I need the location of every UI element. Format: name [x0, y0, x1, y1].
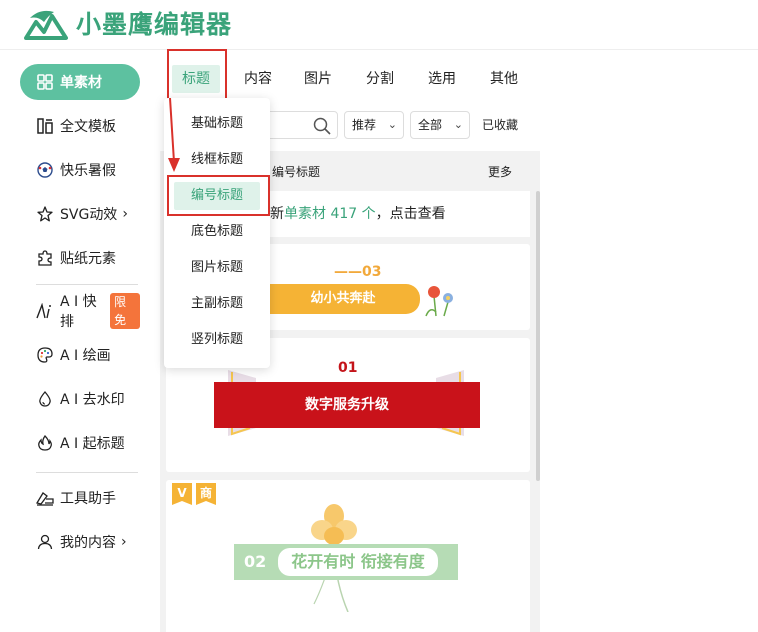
- dropdown-item-basic-title[interactable]: 基础标题: [174, 110, 260, 138]
- user-icon: [36, 533, 54, 551]
- tab-highlight-frame: [167, 49, 227, 100]
- sidebar-item-single-material[interactable]: 单素材: [20, 64, 140, 100]
- sidebar-item-my-content[interactable]: 我的内容 ›: [20, 524, 140, 560]
- document-layout-icon: [36, 117, 54, 135]
- tab-content[interactable]: 内容: [236, 65, 280, 93]
- sidebar-item-label: 贴纸元素: [60, 251, 116, 267]
- tab-selected[interactable]: 选用: [420, 65, 464, 93]
- dropdown-item-main-sub-title[interactable]: 主副标题: [174, 290, 260, 318]
- sidebar-item-label: A I 绘画: [60, 348, 111, 364]
- left-sidebar: 单素材 全文模板 快乐暑假 SVG动效 › 贴纸元素 A I 快排 限免 A I…: [0, 51, 160, 632]
- sidebar-item-summer[interactable]: 快乐暑假: [20, 152, 140, 188]
- card-number: 01: [338, 360, 358, 376]
- arrow-down-icon: [168, 97, 180, 172]
- sidebar-divider: [36, 472, 138, 473]
- sidebar-item-ai-watermark[interactable]: A I 去水印: [20, 381, 140, 417]
- app-header: 小墨鹰编辑器: [0, 0, 758, 50]
- free-badge: 限免: [110, 293, 140, 329]
- dropdown-item-image-title[interactable]: 图片标题: [174, 254, 260, 282]
- notice-text: 新单素材 417 个，点击查看: [270, 206, 446, 222]
- sidebar-item-full-template[interactable]: 全文模板: [20, 108, 140, 144]
- palette-icon: [36, 346, 54, 364]
- search-icon[interactable]: [313, 117, 331, 135]
- eagle-logo-icon: [24, 10, 68, 40]
- star-outline-icon: [36, 205, 54, 223]
- sidebar-item-label: A I 去水印: [60, 392, 125, 408]
- sidebar-item-label: 全文模板: [60, 119, 116, 135]
- chevron-right-icon: ›: [122, 206, 128, 222]
- card-title: 幼小共奔赴: [310, 291, 376, 306]
- favorites-filter[interactable]: 已收藏: [482, 111, 518, 139]
- sidebar-item-stickers[interactable]: 贴纸元素: [20, 240, 140, 276]
- chevron-down-icon: ⌄: [387, 118, 397, 131]
- card-title: 数字服务升级: [305, 397, 389, 413]
- app-title: 小墨鹰编辑器: [76, 10, 233, 39]
- sidebar-item-tools[interactable]: 工具助手: [20, 480, 140, 516]
- ai-icon: [36, 302, 54, 320]
- scope-select-value: 全部: [418, 118, 443, 132]
- more-link[interactable]: 更多: [488, 163, 512, 180]
- dropdown-item-frame-title[interactable]: 线框标题: [174, 146, 260, 174]
- sidebar-item-label: A I 快排: [60, 294, 97, 330]
- sidebar-item-label: 单素材: [60, 75, 102, 91]
- card-title: 花开有时 衔接有度: [278, 548, 438, 576]
- notice-highlight: 单素材 417 个: [284, 206, 376, 222]
- commercial-tag: 商: [196, 483, 216, 505]
- scope-select[interactable]: 全部 ⌄: [410, 111, 470, 139]
- flower-decoration-icon: [425, 286, 453, 317]
- dropdown-item-background-title[interactable]: 底色标题: [174, 218, 260, 246]
- sidebar-item-ai-title[interactable]: A I 起标题: [20, 425, 140, 461]
- sidebar-item-ai-drawing[interactable]: A I 绘画: [20, 337, 140, 373]
- sidebar-item-label: 快乐暑假: [60, 163, 116, 179]
- canvas-area: [540, 51, 758, 632]
- search-input[interactable]: [260, 111, 338, 139]
- sidebar-item-label: 工具助手: [60, 491, 116, 507]
- flame-icon: [36, 434, 54, 452]
- chevron-down-icon: ⌄: [453, 118, 463, 131]
- card-number: ——03: [334, 264, 382, 280]
- dropdown-item-vertical-title[interactable]: 竖列标题: [174, 326, 260, 354]
- sidebar-item-label: SVG动效: [60, 207, 118, 223]
- tab-divider[interactable]: 分割: [358, 65, 402, 93]
- grid-icon: [36, 73, 54, 91]
- sidebar-item-svg-animation[interactable]: SVG动效 ›: [20, 196, 140, 232]
- sidebar-item-label: A I 起标题: [60, 436, 125, 452]
- puzzle-icon: [36, 249, 54, 267]
- sort-select-value: 推荐: [352, 118, 377, 132]
- dropdown-highlight-frame: [167, 175, 270, 216]
- water-drop-icon: [36, 390, 54, 408]
- tools-icon: [36, 489, 54, 507]
- section-title: 编号标题: [272, 165, 321, 179]
- card-number: 02: [244, 552, 267, 571]
- tab-image[interactable]: 图片: [296, 65, 340, 93]
- soccer-ball-icon: [36, 161, 54, 179]
- vip-tag: V: [172, 483, 192, 505]
- sort-select[interactable]: 推荐 ⌄: [344, 111, 404, 139]
- sidebar-item-label: 我的内容: [60, 535, 116, 551]
- template-card[interactable]: V 商 02 花开有时 衔接有度: [166, 480, 530, 632]
- sidebar-item-ai-layout[interactable]: A I 快排 限免: [20, 293, 140, 330]
- tab-other[interactable]: 其他: [482, 65, 526, 93]
- chevron-right-icon: ›: [121, 534, 127, 550]
- sidebar-divider: [36, 284, 138, 285]
